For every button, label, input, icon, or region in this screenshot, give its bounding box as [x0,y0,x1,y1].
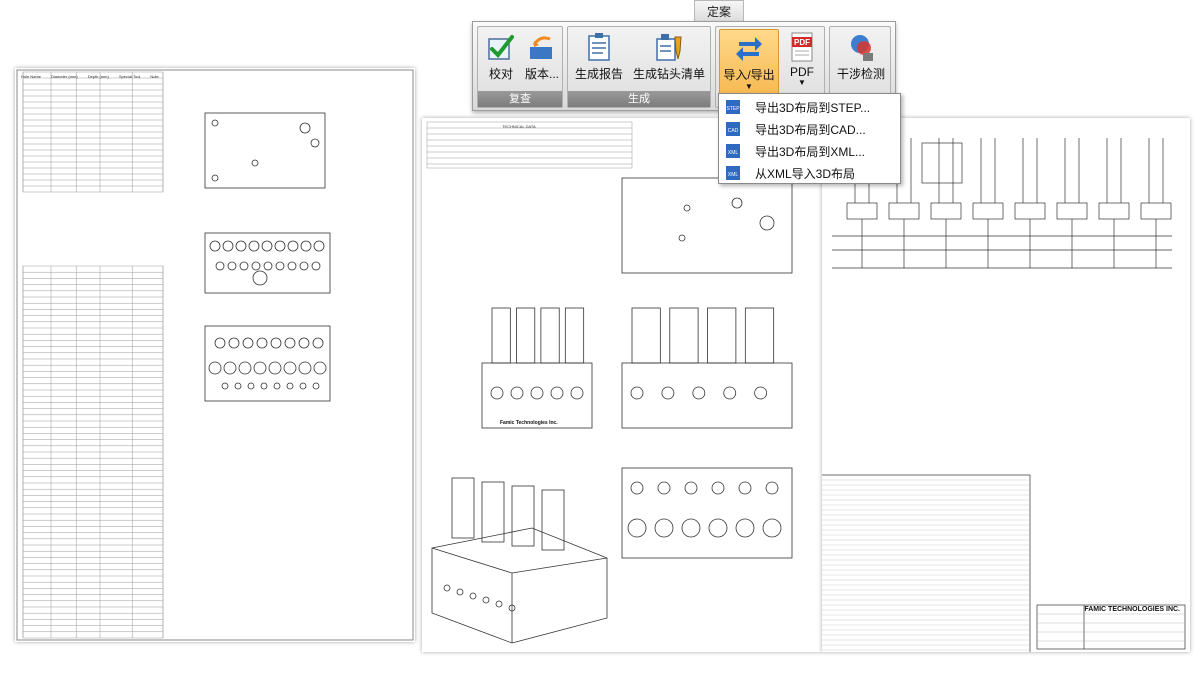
check-label: 校对 [488,67,513,81]
xml-badge: XML [728,150,739,156]
drawing-sheet-schematic: FAMIC TECHNOLOGIES INC. [822,118,1190,652]
group-generate-label: 生成 [568,91,710,107]
hole-table-drawing [16,69,414,641]
tech-data-title: TECHNICAL DATA [502,124,536,129]
header-special-tool: Special Tool [118,74,141,79]
version-button[interactable]: 版本... [522,29,562,89]
ribbon-tab-title[interactable]: 定案 [694,0,744,22]
menu-item-import-xml[interactable]: XML 从XML导入3D布局 [719,162,900,184]
import-export-menu: STEP 导出3D布局到STEP... CAD 导出3D布局到CAD... XM… [718,93,901,184]
pdf-icon: PDF [791,32,813,62]
report-icon [588,33,610,61]
interference-label: 干涉检测 [836,67,885,81]
menu-item-label: 导出3D布局到CAD... [755,122,866,137]
generate-report-button[interactable]: 生成报告 [570,29,628,89]
menu-item-export-xml[interactable]: XML 导出3D布局到XML... [719,140,900,162]
drawing-sheet-holes: Hole Name Diameter (mm) Depth (mm) Speci… [15,68,415,642]
cad-badge: CAD [728,128,739,134]
pdf-button[interactable]: PDF PDF ▼ [782,29,822,89]
cad-icon: CAD [726,122,740,136]
chevron-down-icon: ▼ [745,82,753,91]
group-review-label: 复查 [478,91,562,107]
pdf-icon-text: PDF [794,38,810,47]
menu-item-export-step[interactable]: STEP 导出3D布局到STEP... [719,96,900,118]
import-xml-badge: XML [728,172,739,178]
header-note: Note [150,74,159,79]
drill-list-label: 生成钻头清单 [632,67,705,81]
import-xml-icon: XML [726,166,740,180]
chevron-down-icon: ▼ [798,78,806,87]
pdf-label: PDF [790,65,814,79]
check-icon [488,35,514,60]
title-block-company: FAMIC TECHNOLOGIES INC. [1084,606,1180,613]
menu-item-label: 从XML导入3D布局 [755,166,856,181]
version-icon [530,36,552,59]
interference-icon [851,35,873,61]
manifold-company-label: Famic Technologies Inc. [500,420,558,426]
drill-list-icon [656,34,682,61]
import-export-icon [736,37,762,61]
menu-item-export-cad[interactable]: CAD 导出3D布局到CAD... [719,118,900,140]
header-depth: Depth (mm) [87,74,109,79]
ribbon-group-review: 校对 版本... 复查 [477,26,563,108]
version-label: 版本... [524,67,559,81]
check-button[interactable]: 校对 [482,29,520,89]
step-badge: STEP [726,106,740,112]
header-hole-name: Hole Name [21,74,42,79]
report-label: 生成报告 [574,67,623,81]
header-diameter: Diameter (mm) [51,74,78,79]
drawing-sheet-manifold: TECHNICAL DATA Famic Technologies Inc. [422,118,822,652]
schematic-drawing [822,138,1186,652]
import-export-label: 导入/导出 [723,68,775,82]
manifold-drawing [426,121,793,644]
xml-icon: XML [726,144,740,158]
menu-item-label: 导出3D布局到XML... [755,144,866,159]
menu-item-label: 导出3D布局到STEP... [755,100,871,115]
ribbon-group-generate: 生成报告 生成钻头清单 生成 [567,26,711,108]
step-icon: STEP [726,100,740,114]
generate-drill-list-button[interactable]: 生成钻头清单 [628,29,710,89]
interference-check-button[interactable]: 干涉检测 [832,29,890,89]
table-header: Hole Name Diameter (mm) Depth (mm) Speci… [21,74,159,79]
